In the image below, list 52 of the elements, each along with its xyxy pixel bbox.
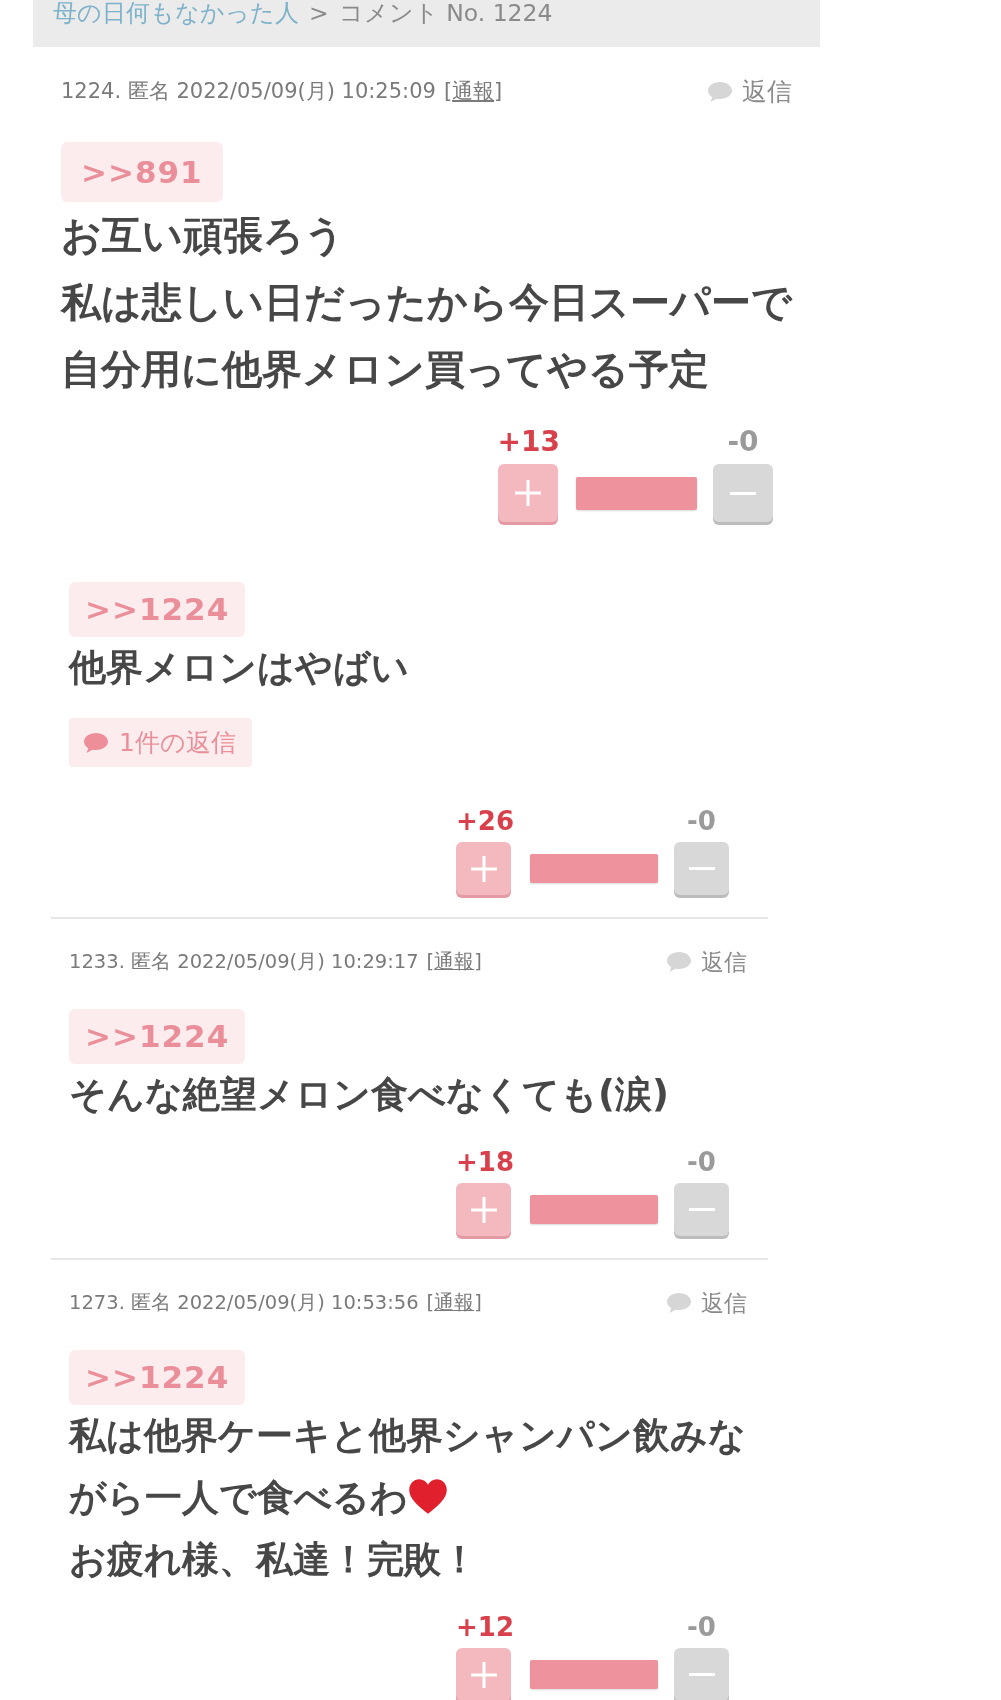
downvote-count: -0 [687, 1613, 716, 1641]
comment-text: お疲れ様、私達！完敗！ [69, 1538, 478, 1581]
breadcrumb-separator: > [309, 0, 329, 27]
comment-meta: 1224. 匿名 2022/05/09(月) 10:25:09 [61, 78, 436, 106]
minus-icon [688, 1208, 715, 1211]
downvote-count: -0 [727, 427, 759, 457]
downvote-button[interactable] [674, 1183, 729, 1236]
upvote-count: +18 [456, 1148, 514, 1176]
downvote-button[interactable] [713, 464, 773, 522]
minus-icon [688, 1673, 715, 1676]
upvote-count: +26 [456, 807, 514, 835]
upvote-button[interactable] [456, 1183, 512, 1236]
downvote-button[interactable] [674, 842, 729, 895]
comment-meta: 1273. 匿名 2022/05/09(月) 10:53:56 [69, 1290, 419, 1317]
replies-button[interactable]: 1件の返信 [69, 718, 252, 767]
reply-link[interactable]: 返信 [707, 73, 792, 111]
speech-bubble-icon [666, 1292, 692, 1314]
anchor-link[interactable]: >>891 [61, 142, 223, 202]
plus-icon [470, 855, 497, 882]
comment-text: 私は悲しい日だったから今日スーパーで自分用に他界メロン買ってやる予定 [61, 279, 792, 392]
report-link[interactable]: [通報] [426, 947, 482, 977]
plus-icon [514, 480, 541, 506]
downvote-count: -0 [687, 1148, 716, 1176]
plus-icon [470, 1196, 497, 1223]
comment-text: そんな絶望メロン食べなくても(涙) [69, 1073, 669, 1116]
downvote-count: -0 [687, 807, 716, 835]
minus-icon [730, 491, 756, 495]
comment-text: 私は他界ケーキと他界シャンパン飲みな [69, 1414, 746, 1457]
upvote-button[interactable] [497, 464, 558, 522]
comment-text: 他界メロンはやばい [69, 646, 409, 689]
upvote-count: +13 [497, 427, 560, 457]
anchor-link[interactable]: >>1224 [69, 582, 246, 637]
speech-bubble-icon [666, 951, 692, 973]
anchor-link[interactable]: >>1224 [69, 1009, 246, 1064]
breadcrumb-link[interactable]: 母の日何もなかった人 [53, 0, 299, 27]
report-link[interactable]: [通報] [443, 76, 503, 108]
upvote-button[interactable] [456, 1648, 512, 1700]
speech-bubble-icon [83, 731, 109, 754]
upvote-button[interactable] [456, 842, 512, 895]
comment-text: お互い頑張ろう [61, 212, 345, 258]
comment-text: がら一人で食べるわ [69, 1476, 408, 1519]
speech-bubble-icon [707, 81, 733, 103]
upvote-count: +12 [456, 1613, 514, 1641]
anchor-link[interactable]: >>1224 [69, 1350, 246, 1405]
minus-icon [688, 867, 715, 870]
reply-link[interactable]: 返信 [666, 944, 747, 980]
reply-link[interactable]: 返信 [666, 1285, 747, 1321]
comment-meta: 1233. 匿名 2022/05/09(月) 10:29:17 [69, 949, 419, 976]
plus-icon [470, 1661, 497, 1688]
downvote-button[interactable] [674, 1648, 729, 1700]
breadcrumb-current: コメント No. 1224 [338, 0, 553, 27]
report-link[interactable]: [通報] [426, 1288, 482, 1318]
